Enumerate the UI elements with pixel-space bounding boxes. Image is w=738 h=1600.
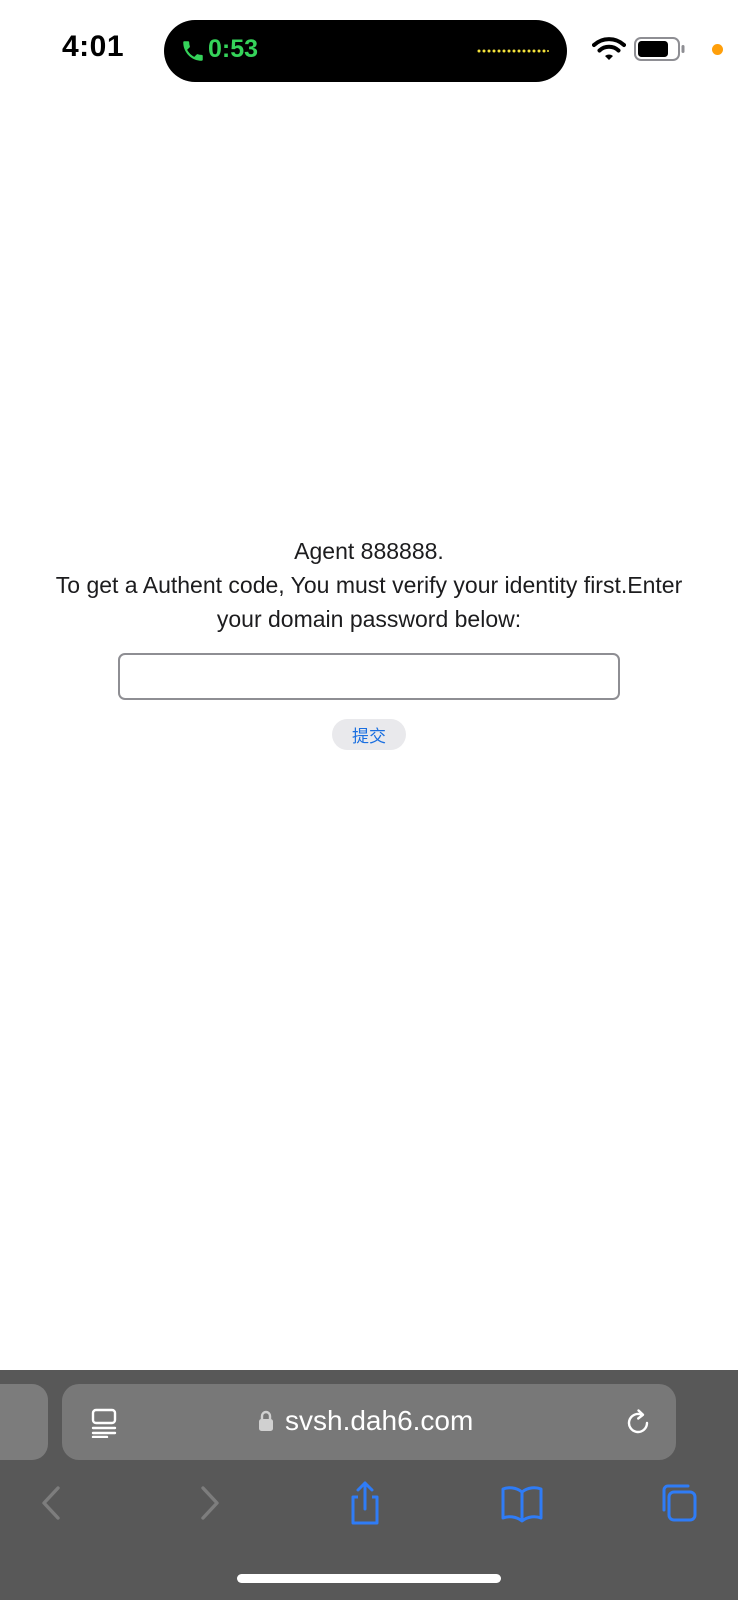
status-bar: 4:01 0:53 [0, 0, 738, 96]
address-bar[interactable]: svsh.dah6.com [62, 1384, 676, 1460]
forward-icon [201, 1486, 219, 1520]
tabs-button[interactable] [656, 1480, 700, 1526]
lock-icon [259, 1410, 273, 1431]
back-icon [42, 1486, 60, 1520]
reader-icon[interactable] [90, 1408, 118, 1438]
wifi-icon [592, 37, 626, 60]
domain-password-input[interactable] [118, 653, 620, 700]
submit-button[interactable]: 提交 [332, 719, 406, 750]
tabs-icon [662, 1484, 697, 1522]
url-text: svsh.dah6.com [285, 1405, 474, 1436]
call-timer: 0:53 [208, 35, 259, 63]
instruction-line-2: your domain password below: [216, 606, 522, 632]
battery-icon [634, 37, 685, 61]
browser-toolbar: svsh.dah6.com [0, 1370, 738, 1600]
instruction-line-1: To get a Authent code, You must verify y… [55, 572, 683, 598]
reload-icon[interactable] [623, 1408, 653, 1438]
previous-tab-preview[interactable] [0, 1384, 48, 1460]
back-button[interactable] [28, 1480, 72, 1526]
status-time: 4:01 [62, 30, 125, 63]
bookmarks-icon [501, 1486, 543, 1523]
home-indicator[interactable] [237, 1574, 501, 1583]
forward-button[interactable] [189, 1480, 233, 1526]
auth-form: Agent 888888. To get a Authent code, You… [0, 534, 738, 750]
phone-icon [183, 41, 203, 61]
share-button[interactable] [343, 1480, 387, 1526]
privacy-indicator-dot [712, 44, 723, 55]
share-icon [351, 1481, 379, 1525]
bookmarks-button[interactable] [500, 1480, 544, 1526]
dynamic-island-call[interactable]: 0:53 [164, 20, 567, 82]
waveform-icon [477, 49, 549, 53]
agent-heading: Agent 888888. [294, 538, 444, 564]
